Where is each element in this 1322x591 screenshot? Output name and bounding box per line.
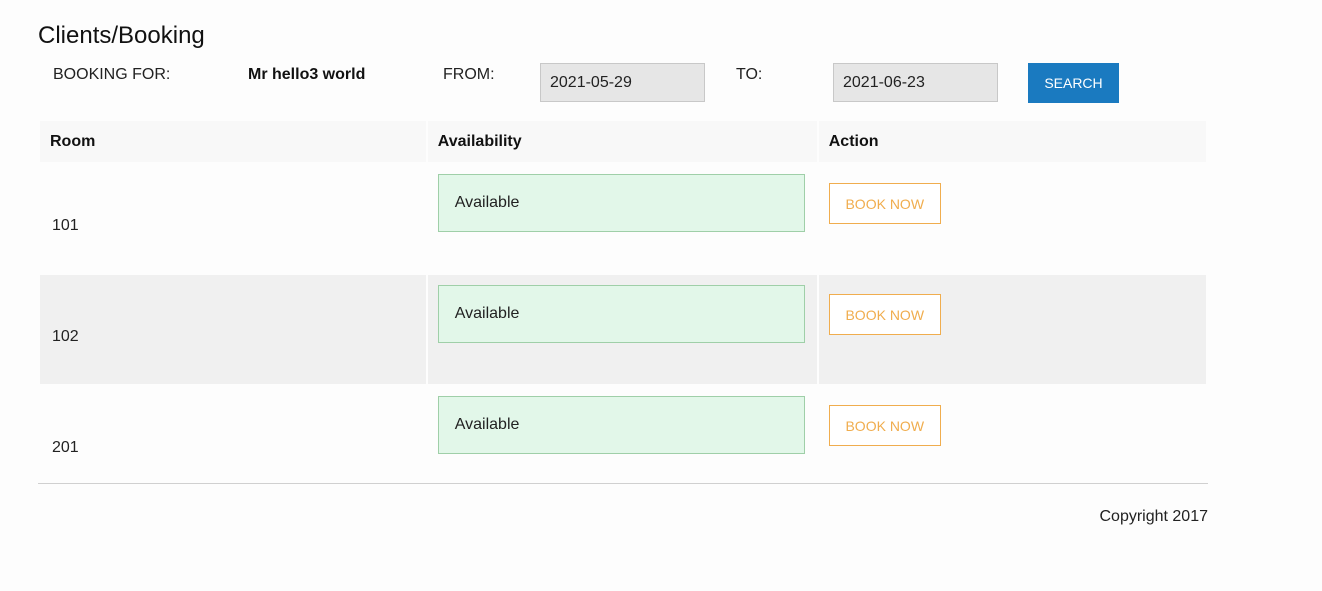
- action-cell: BOOK NOW: [818, 386, 1206, 495]
- room-number: 201: [40, 386, 426, 495]
- book-now-button[interactable]: BOOK NOW: [828, 294, 941, 335]
- availability-cell: Available: [427, 386, 817, 495]
- book-now-button[interactable]: BOOK NOW: [828, 405, 941, 446]
- booking-for-label: BOOKING FOR:: [53, 66, 171, 83]
- availability-column-header: Availability: [427, 121, 817, 162]
- table-row: 102 Available BOOK NOW: [40, 275, 1206, 384]
- room-number: 101: [40, 164, 426, 273]
- room-column-header: Room: [40, 121, 426, 162]
- book-now-button[interactable]: BOOK NOW: [828, 183, 941, 224]
- search-button[interactable]: SEARCH: [1028, 63, 1119, 103]
- to-date-input[interactable]: [833, 63, 998, 102]
- room-number: 102: [40, 275, 426, 384]
- copyright-text: Copyright 2017: [1099, 508, 1208, 525]
- table-row: 201 Available BOOK NOW: [40, 386, 1206, 495]
- footer-divider: [38, 483, 1208, 484]
- action-column-header: Action: [818, 121, 1206, 162]
- action-cell: BOOK NOW: [818, 275, 1206, 384]
- availability-cell: Available: [427, 164, 817, 273]
- availability-cell: Available: [427, 275, 817, 384]
- from-label: FROM:: [443, 66, 495, 83]
- availability-status: Available: [437, 285, 805, 343]
- action-cell: BOOK NOW: [818, 164, 1206, 273]
- table-header-row: Room Availability Action: [40, 121, 1206, 162]
- availability-status: Available: [437, 396, 805, 454]
- availability-status: Available: [437, 174, 805, 232]
- table-row: 101 Available BOOK NOW: [40, 164, 1206, 273]
- from-date-input[interactable]: [540, 63, 705, 102]
- rooms-table: Room Availability Action 101 Available B…: [38, 119, 1208, 497]
- booking-filter-bar: BOOKING FOR: Mr hello3 world FROM: TO: S…: [0, 0, 1322, 110]
- to-label: TO:: [736, 66, 763, 83]
- client-name: Mr hello3 world: [248, 66, 366, 83]
